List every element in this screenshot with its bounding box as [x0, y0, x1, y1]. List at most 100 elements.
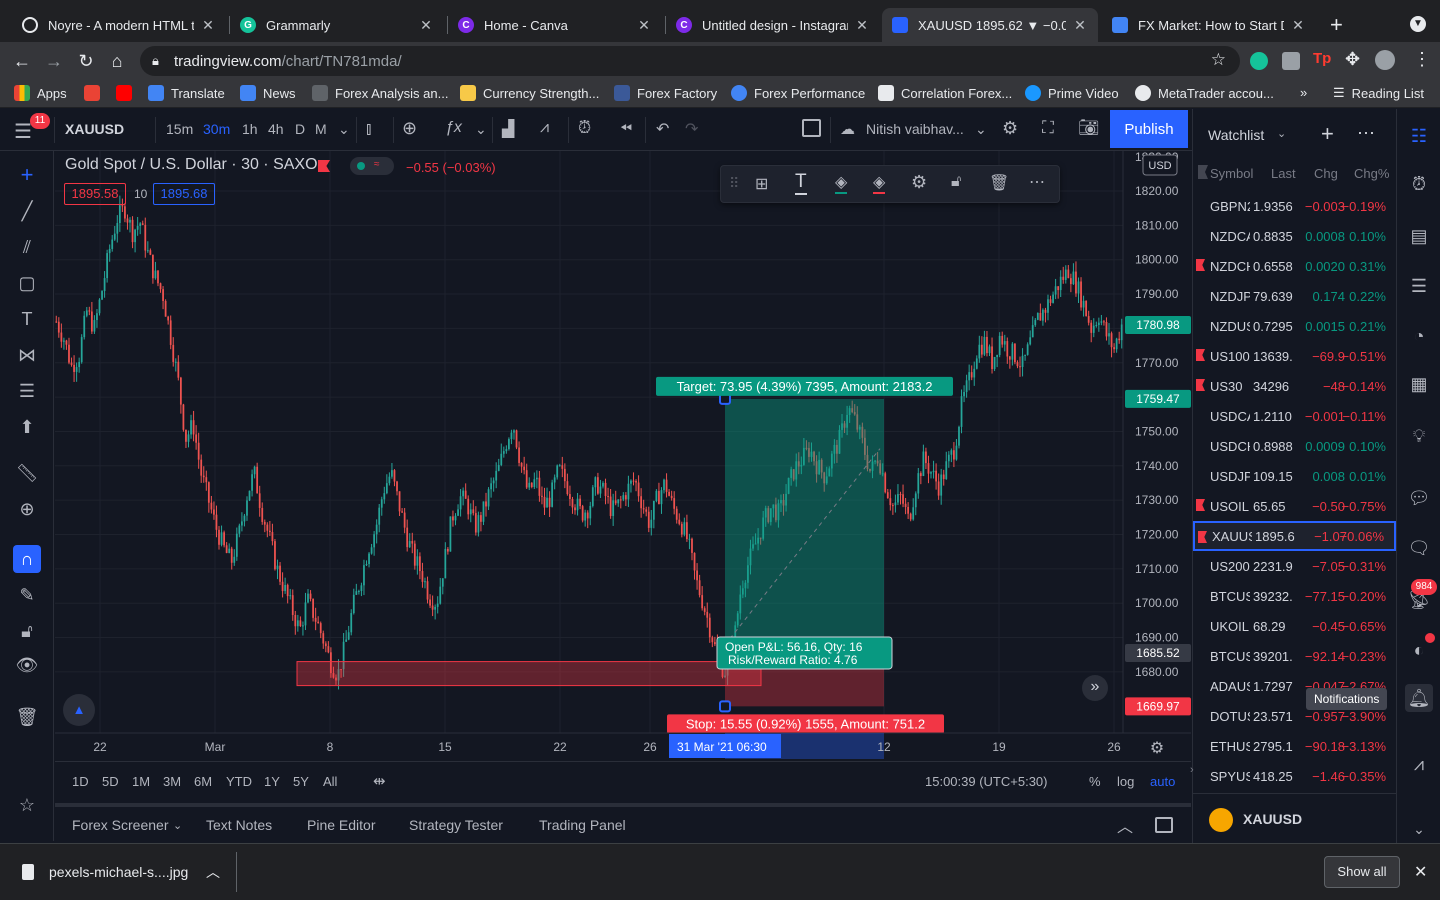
replay-icon[interactable]: ⏪︎	[620, 120, 632, 137]
time-axis[interactable]: 31 Mar '21 06:30 22 Mar 8 15 22 26 12 19 26 ⚙	[55, 732, 1191, 759]
calendar-icon[interactable]: ◔	[1405, 322, 1433, 350]
tab-text-notes[interactable]: Text Notes	[206, 817, 272, 833]
support-zone-rectangle[interactable]	[296, 661, 762, 687]
flag-icon[interactable]	[1196, 379, 1205, 391]
interval-30m[interactable]: 30m	[203, 121, 230, 137]
chart-legend-title[interactable]: Gold Spot / U.S. Dollar · 30 · SAXO	[65, 156, 318, 174]
watchlist-row[interactable]: USDJP 109.15 0.008 0.01%	[1193, 461, 1396, 491]
watchlist-row[interactable]: USDCA1.2110−0.001−0.11%	[1193, 401, 1396, 431]
puzzle-icon[interactable]: ✥	[1345, 49, 1360, 70]
watchlist-row[interactable]: NZDCA0.88350.00080.10%	[1193, 221, 1396, 251]
notifications-bell-icon[interactable]: 🔔︎	[1405, 684, 1433, 712]
lock-icon[interactable]: 🔓︎	[951, 173, 961, 191]
back-icon[interactable]: ←	[9, 48, 35, 74]
interval-1h[interactable]: 1h	[242, 121, 258, 137]
bookmarks-overflow-icon[interactable]: »	[1300, 85, 1307, 100]
fib-tool-icon[interactable]: ⫽	[13, 233, 41, 261]
watchlist-row[interactable]: US30 34296 −48 −0.14%	[1193, 371, 1396, 401]
clock-timezone[interactable]: 15:00:39 (UTC+5:30)	[925, 774, 1047, 789]
range-3m[interactable]: 3M	[163, 774, 181, 789]
range-ytd[interactable]: YTD	[226, 774, 252, 789]
scale-settings-gear-icon[interactable]: ⚙	[1150, 738, 1164, 757]
range-5d[interactable]: 5D	[102, 774, 119, 789]
layout-select-icon[interactable]	[802, 119, 821, 137]
watchlist-row[interactable]: UKOIL 68.29 −0.45 −0.65%	[1193, 611, 1396, 641]
watchlist-row[interactable]: USDCH0.89880.00090.10%	[1193, 431, 1396, 461]
undo-icon[interactable]: ↶	[656, 119, 669, 139]
close-icon[interactable]: ✕	[1414, 862, 1427, 882]
settings-gear-icon[interactable]: ⚙︎	[911, 172, 927, 193]
watchlist-row[interactable]: SPYUS 418.25 −1.46 −0.35%	[1193, 761, 1396, 791]
chevron-up-icon[interactable]: ︿	[206, 862, 220, 882]
profit-zone[interactable]	[725, 398, 884, 653]
financials-icon[interactable]: ▟	[502, 119, 514, 139]
watchlist-row[interactable]: GBPN2 1.9356 −0.003 −0.19%	[1193, 191, 1396, 221]
rectangle-icon[interactable]: ▢	[13, 269, 41, 297]
magnet-icon[interactable]: ∩	[13, 545, 41, 573]
details-symbol[interactable]: XAUUSD	[1243, 811, 1302, 827]
home-icon[interactable]: ⌂	[104, 48, 130, 74]
messages-icon[interactable]: 🗨︎	[1405, 534, 1433, 562]
watchlist-row[interactable]: USOIL 65.65 −0.50 −0.75%	[1193, 491, 1396, 521]
watchlist-row[interactable]: NZDJP 79.639 0.174 0.22%	[1193, 281, 1396, 311]
bookmark-metatrader[interactable]: MetaTrader accou...	[1135, 85, 1274, 101]
hotlists-icon[interactable]: ☰	[1405, 272, 1433, 300]
arrow-up-icon[interactable]: ⬆︎	[13, 413, 41, 441]
order-panel-icon[interactable]: ⩘	[1405, 750, 1433, 778]
chat-icon[interactable]: 💬︎	[1405, 484, 1433, 512]
bookmark-prime-video[interactable]: Prime Video	[1025, 85, 1119, 101]
interval-d[interactable]: D	[295, 121, 305, 137]
log-scale-toggle[interactable]: log	[1117, 774, 1134, 789]
sell-price-button[interactable]: 1895.58	[64, 183, 126, 205]
interval-15m[interactable]: 15m	[166, 121, 193, 137]
reading-list[interactable]: ☰ Reading List	[1333, 85, 1424, 101]
lock-drawing-icon[interactable]: ✎	[13, 581, 41, 609]
more-icon[interactable]: ⋯	[1357, 123, 1375, 144]
bookmark-news[interactable]: News	[240, 85, 296, 101]
flag-icon[interactable]	[1196, 499, 1205, 511]
chevron-down-icon[interactable]: ⌄	[1277, 127, 1286, 140]
drag-handle[interactable]	[719, 700, 731, 713]
date-range-icon[interactable]: ⇹	[373, 772, 386, 790]
camera-icon[interactable]: 📷︎	[1078, 118, 1100, 138]
indicators-icon[interactable]: ƒx	[445, 119, 462, 137]
interval-m[interactable]: M	[315, 121, 327, 137]
tab-forex-screener[interactable]: Forex Screener	[72, 817, 168, 833]
col-chg-pct[interactable]: Chg%	[1354, 166, 1389, 181]
range-5y[interactable]: 5Y	[293, 774, 309, 789]
flag-icon[interactable]	[1198, 165, 1208, 179]
price-chart[interactable]: Target: 73.95 (4.39%) 7395, Amount: 2183…	[55, 151, 1191, 761]
templates-grid-icon[interactable]: ⊞	[755, 174, 768, 194]
bookmark-forex-factory[interactable]: Forex Factory	[614, 85, 717, 101]
percent-scale-toggle[interactable]: %	[1089, 774, 1101, 789]
watchlist-row[interactable]: NZDCH0.65580.00200.31%	[1193, 251, 1396, 281]
drag-handle-icon[interactable]: ⠿	[729, 175, 739, 192]
crosshair-icon[interactable]: +	[13, 161, 41, 189]
layout-dropdown-icon[interactable]: ⌄	[975, 121, 987, 138]
more-icon[interactable]: ⋯	[1029, 172, 1045, 192]
tab-pine-editor[interactable]: Pine Editor	[307, 817, 375, 833]
tab-strategy-tester[interactable]: Strategy Tester	[409, 817, 503, 833]
compare-add-icon[interactable]: ⊕	[402, 118, 417, 139]
bookmark-currency-strength[interactable]: Currency Strength...	[460, 85, 599, 101]
tab-canva-home[interactable]: C Home - Canva ✕	[448, 8, 662, 42]
tab-trading-panel[interactable]: Trading Panel	[539, 817, 626, 833]
watchlist-row[interactable]: BTCUS 39201. −92.14 −0.23%	[1193, 641, 1396, 671]
trash-icon[interactable]: 🗑︎	[989, 173, 1009, 193]
col-chg[interactable]: Chg	[1314, 166, 1338, 181]
watchlist-title[interactable]: Watchlist	[1208, 127, 1264, 143]
interval-dropdown-icon[interactable]: ⌄	[338, 121, 350, 138]
bookmark-forex-analysis[interactable]: Forex Analysis an...	[312, 85, 448, 101]
long-position-tool[interactable]: Target: 73.95 (4.39%) 7395, Amount: 2183…	[296, 376, 953, 734]
chart-type-candles-icon[interactable]: ⫾	[366, 119, 371, 139]
favorites-star-icon[interactable]: ☆	[13, 791, 41, 819]
tab-tradingview[interactable]: XAUUSD 1895.62 ▼ −0.06% ✕	[882, 8, 1098, 42]
symbol-search[interactable]: XAUUSD	[65, 121, 124, 137]
unlock-icon[interactable]: 🔓︎	[13, 617, 41, 645]
bookmark-gmail[interactable]	[84, 85, 107, 101]
maximize-panel-icon[interactable]	[1155, 817, 1173, 833]
watchlist-icon[interactable]: ☷	[1405, 122, 1433, 150]
watchlist-row[interactable]: ETHUS 2795.1 −90.18 −3.13%	[1193, 731, 1396, 761]
close-icon[interactable]: ✕	[1072, 17, 1088, 34]
buy-price-button[interactable]: 1895.68	[153, 183, 215, 205]
